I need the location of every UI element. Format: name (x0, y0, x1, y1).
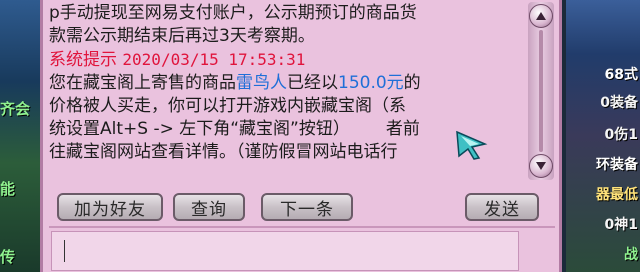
message-text: 您在藏宝阁上寄售的商品 (49, 73, 236, 93)
game-cursor-icon (456, 130, 488, 160)
send-button[interactable]: 发送 (465, 193, 539, 221)
scroll-track[interactable] (539, 30, 543, 152)
scroll-down-button[interactable] (529, 154, 553, 178)
background-label: 能 (0, 180, 16, 198)
message-text: 已经以 (287, 73, 338, 93)
next-message-button[interactable]: 下一条 (261, 193, 353, 221)
arrow-down-icon (536, 162, 546, 170)
notice-line: 款需公示期结束后再过3天考察期。 (49, 26, 315, 46)
system-message-line: 统设置Alt+S -> 左下角“藏宝阁”按钮） 者前 (49, 118, 525, 141)
background-label: 器最低 (596, 187, 638, 203)
message-text: 统设置Alt+S -> 左下角“藏宝阁”按钮） (49, 119, 350, 139)
background-label: 68式 (604, 67, 638, 83)
chat-window: p手动提现至网易支付账户，公示期预订的商品货 款需公示期结束后再过3天考察期。 … (40, 0, 562, 272)
message-text: 者前 (385, 119, 420, 139)
system-header: 系统提示 2020/03/15 17:53:31 (49, 48, 525, 72)
chat-scrollbar[interactable] (528, 2, 554, 180)
background-label: 齐会 (0, 100, 31, 118)
game-background-left: 齐会 能 传 (0, 0, 44, 272)
background-label: 0伤1 (604, 127, 638, 143)
background-label: 0装备 (600, 95, 638, 111)
system-message-line: 价格被人买走，你可以打开游戏内嵌藏宝阁（系 (49, 96, 406, 116)
game-background-right: 68式 0装备 0伤1 环装备 器最低 0神1 战 (566, 0, 640, 272)
divider (49, 226, 555, 228)
price-value: 150.0元 (338, 73, 404, 93)
system-timestamp: 2020/03/15 17:53:31 (122, 50, 306, 69)
add-friend-button[interactable]: 加为好友 (57, 193, 163, 221)
arrow-up-icon (536, 12, 546, 20)
background-label: 0神1 (604, 217, 638, 233)
system-message-line: 往藏宝阁网站查看详情。（谨防假冒网站电话行 (49, 142, 398, 162)
notice-line: p手动提现至网易支付账户，公示期预订的商品货 (49, 3, 417, 23)
message-text: 的 (403, 73, 421, 93)
message-area: p手动提现至网易支付账户，公示期预订的商品货 款需公示期结束后再过3天考察期。 … (49, 2, 525, 182)
system-tag: 系统提示 (49, 50, 117, 70)
system-message-line: 您在藏宝阁上寄售的商品雷鸟人已经以150.0元的 (49, 72, 525, 95)
chat-input[interactable] (51, 231, 519, 271)
background-label: 传 (0, 248, 16, 266)
query-button[interactable]: 查询 (173, 193, 245, 221)
background-label: 战 (624, 247, 638, 263)
background-label: 环装备 (596, 157, 638, 173)
scroll-up-button[interactable] (529, 4, 553, 28)
item-name-link[interactable]: 雷鸟人 (236, 73, 287, 93)
text-caret (64, 240, 65, 262)
